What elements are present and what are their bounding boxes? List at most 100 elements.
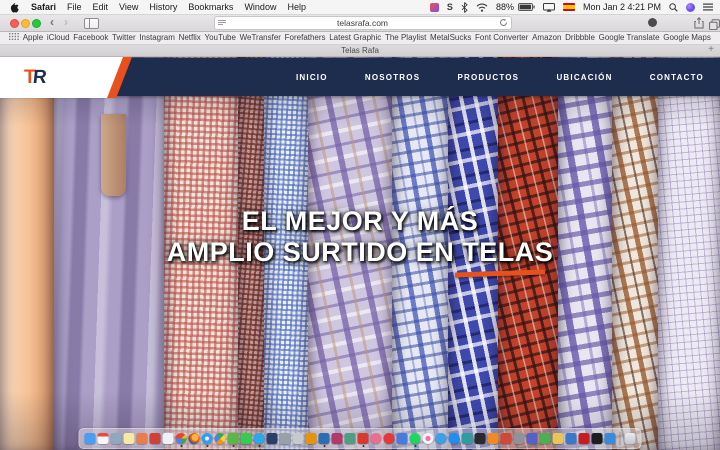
dock-icon-blue-circle-app[interactable] bbox=[436, 433, 447, 444]
spotlight-icon[interactable] bbox=[669, 3, 678, 12]
airplay-display-icon[interactable] bbox=[543, 3, 555, 12]
bookmarks-grid-icon[interactable] bbox=[9, 33, 19, 42]
dock-icon-chrome-canary[interactable] bbox=[215, 433, 226, 444]
dock-icon-skype[interactable] bbox=[254, 433, 265, 444]
bookmark-instagram[interactable]: Instagram bbox=[139, 33, 175, 42]
dock-icon-redwhite-app[interactable] bbox=[501, 433, 512, 444]
dock-icon-green-app[interactable] bbox=[241, 433, 252, 444]
input-language-flag-icon[interactable] bbox=[563, 3, 575, 11]
dock-icon-chrome[interactable] bbox=[176, 433, 187, 444]
dock-icon-opera[interactable] bbox=[384, 433, 395, 444]
dock-icon-appstore[interactable] bbox=[449, 433, 460, 444]
menu-item-bookmarks[interactable]: Bookmarks bbox=[188, 2, 233, 12]
nav-link-nosotros[interactable]: NOSOTROS bbox=[365, 73, 420, 82]
dock-icon-navy-app[interactable] bbox=[267, 433, 278, 444]
bookmark-the-playlist[interactable]: The Playlist bbox=[385, 33, 426, 42]
address-bar[interactable]: telasrafa.com bbox=[214, 16, 512, 30]
bookmark-facebook[interactable]: Facebook bbox=[73, 33, 108, 42]
new-tab-button[interactable]: + bbox=[708, 44, 714, 56]
menu-item-file[interactable]: File bbox=[67, 2, 82, 12]
bookmark-icloud[interactable]: iCloud bbox=[47, 33, 70, 42]
dock-icon-safari[interactable] bbox=[202, 433, 213, 444]
dock-icon-bluepurple-app[interactable] bbox=[527, 433, 538, 444]
bookmark-apple[interactable]: Apple bbox=[23, 33, 43, 42]
dock-icon-silver-app[interactable] bbox=[293, 433, 304, 444]
nav-link-ubicacion[interactable]: UBICACIÓN bbox=[556, 73, 612, 82]
bookmark-google-translate[interactable]: Google Translate bbox=[599, 33, 660, 42]
menu-item-view[interactable]: View bbox=[119, 2, 138, 12]
menu-item-edit[interactable]: Edit bbox=[93, 2, 109, 12]
status-app-icon[interactable] bbox=[430, 3, 439, 12]
reader-icon[interactable] bbox=[218, 14, 226, 32]
bookmark-font-converter[interactable]: Font Converter bbox=[475, 33, 528, 42]
site-logo[interactable]: TR bbox=[0, 57, 123, 98]
dock-icon-dreamweaver[interactable] bbox=[345, 433, 356, 444]
dock-icon-pages[interactable] bbox=[137, 433, 148, 444]
dock-icon-red-b-app[interactable] bbox=[579, 433, 590, 444]
dock-icon-finder[interactable] bbox=[85, 433, 96, 444]
bluetooth-icon[interactable] bbox=[461, 2, 468, 13]
dock-icon-black-app[interactable] bbox=[475, 433, 486, 444]
dock-icon-chart-app[interactable] bbox=[540, 433, 551, 444]
extension-icon[interactable] bbox=[648, 18, 657, 27]
tab-telas-rafa[interactable]: Telas Rafa bbox=[341, 46, 379, 55]
bookmark-latest-graphic[interactable]: Latest Graphic bbox=[329, 33, 381, 42]
dock-icon-photoshop[interactable] bbox=[319, 433, 330, 444]
dock-icon-firefox[interactable] bbox=[189, 433, 200, 444]
reload-icon[interactable] bbox=[499, 14, 508, 32]
dock-icon-itunes[interactable] bbox=[423, 433, 434, 444]
bookmark-google-maps[interactable]: Google Maps bbox=[663, 33, 711, 42]
dock-icon-flask-app[interactable] bbox=[605, 433, 616, 444]
menu-item-help[interactable]: Help bbox=[287, 2, 306, 12]
dock-icon-gray-tool[interactable] bbox=[514, 433, 525, 444]
window-minimize-button[interactable] bbox=[21, 19, 30, 28]
bookmark-wetransfer[interactable]: WeTransfer bbox=[240, 33, 281, 42]
share-icon[interactable] bbox=[694, 16, 704, 34]
menu-item-window[interactable]: Window bbox=[244, 2, 276, 12]
sidebar-toggle-button[interactable] bbox=[84, 18, 99, 29]
nav-link-contacto[interactable]: CONTACTO bbox=[650, 73, 704, 82]
forward-button[interactable]: › bbox=[64, 14, 68, 31]
nav-link-inicio[interactable]: INICIO bbox=[296, 73, 328, 82]
dock-icon-notes[interactable] bbox=[124, 433, 135, 444]
apple-menu-icon[interactable] bbox=[10, 2, 20, 13]
bookmark-forefathers[interactable]: Forefathers bbox=[285, 33, 326, 42]
back-button[interactable]: ‹ bbox=[50, 14, 54, 31]
siri-icon[interactable] bbox=[686, 3, 695, 12]
notification-center-icon[interactable] bbox=[703, 3, 713, 11]
dock-icon-folder-yellow[interactable] bbox=[553, 433, 564, 444]
menu-item-safari[interactable]: Safari bbox=[31, 2, 56, 12]
bookmark-dribbble[interactable]: Dribbble bbox=[565, 33, 595, 42]
bookmark-youtube[interactable]: YouTube bbox=[204, 33, 235, 42]
window-close-button[interactable] bbox=[10, 19, 19, 28]
menu-clock[interactable]: Mon Jan 2 4:21 PM bbox=[583, 2, 661, 12]
dock-icon-blue-app[interactable] bbox=[397, 433, 408, 444]
dock-icon-gray-app[interactable] bbox=[280, 433, 291, 444]
dock-icon-spotify[interactable] bbox=[410, 433, 421, 444]
dock-icon-preview[interactable] bbox=[111, 433, 122, 444]
wifi-icon[interactable] bbox=[476, 3, 488, 12]
battery-icon[interactable] bbox=[518, 3, 535, 11]
menu-item-history[interactable]: History bbox=[149, 2, 177, 12]
dock-icon-acrobat[interactable] bbox=[358, 433, 369, 444]
dock-icon-word[interactable] bbox=[163, 433, 174, 444]
url-text[interactable]: telasrafa.com bbox=[226, 18, 499, 28]
bookmark-metalsucks[interactable]: MetalSucks bbox=[430, 33, 471, 42]
window-zoom-button[interactable] bbox=[32, 19, 41, 28]
dock-icon-terminal[interactable] bbox=[592, 433, 603, 444]
dock-icon-evernote[interactable] bbox=[228, 433, 239, 444]
nav-link-productos[interactable]: PRODUCTOS bbox=[457, 73, 519, 82]
bookmark-twitter[interactable]: Twitter bbox=[112, 33, 136, 42]
dock-icon-teal-app[interactable] bbox=[462, 433, 473, 444]
dock-icon-red-app[interactable] bbox=[150, 433, 161, 444]
status-s-icon[interactable]: S bbox=[447, 2, 453, 12]
tab-overview-icon[interactable] bbox=[709, 17, 720, 35]
dock-icon-calendar[interactable] bbox=[98, 433, 109, 444]
dock-icon-globe-app[interactable] bbox=[566, 433, 577, 444]
bookmark-netflix[interactable]: Netflix bbox=[179, 33, 201, 42]
dock-icon-indesign[interactable] bbox=[332, 433, 343, 444]
dock-icon-pink-app[interactable] bbox=[371, 433, 382, 444]
bookmark-amazon[interactable]: Amazon bbox=[532, 33, 561, 42]
dock-icon-trash[interactable] bbox=[625, 433, 636, 444]
dock-icon-illustrator[interactable] bbox=[306, 433, 317, 444]
